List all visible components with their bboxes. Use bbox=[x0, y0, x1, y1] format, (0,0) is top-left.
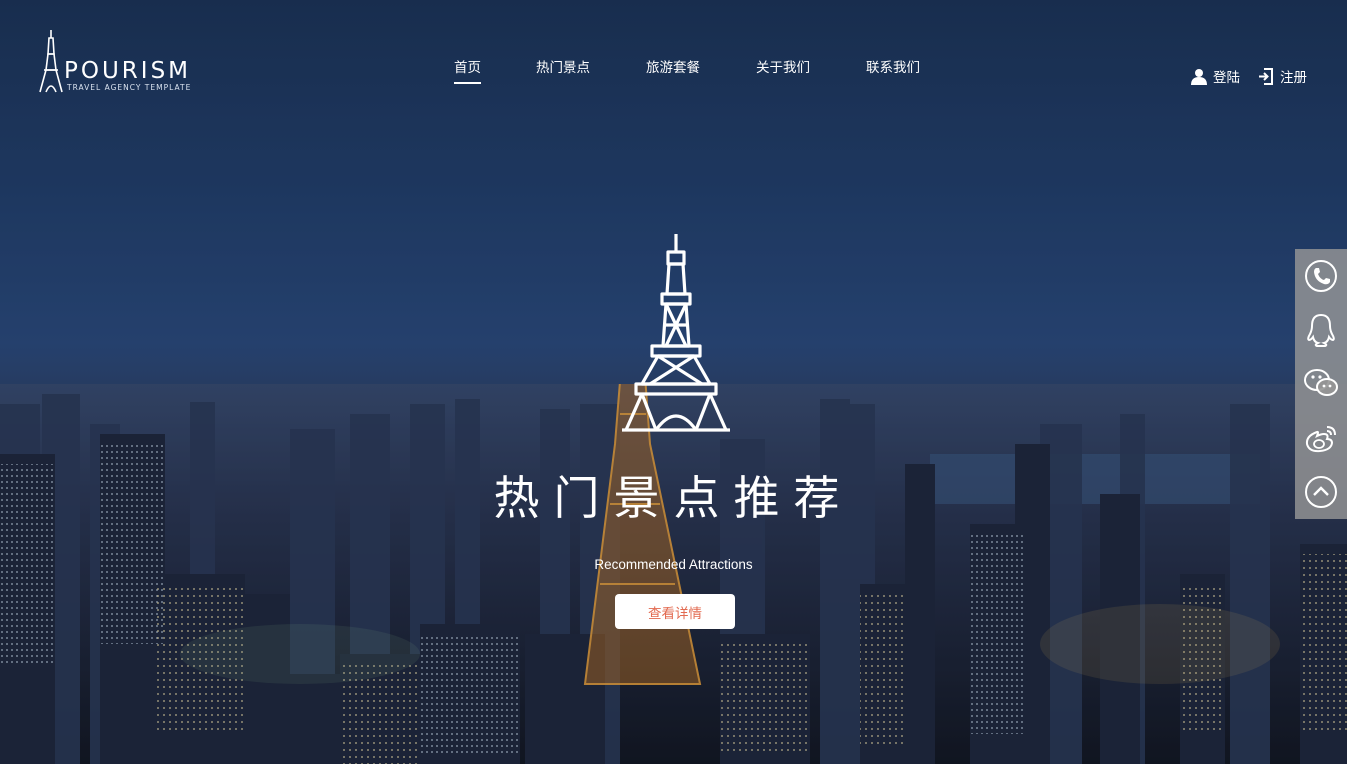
back-to-top-icon bbox=[1305, 476, 1337, 508]
sidebar-top-button[interactable] bbox=[1295, 465, 1347, 519]
login-link[interactable]: 登陆 bbox=[1191, 66, 1240, 86]
sidebar-wechat-button[interactable] bbox=[1295, 357, 1347, 411]
hero-title: 热门景点推荐 bbox=[493, 471, 854, 525]
nav-item-attractions[interactable]: 热门景点 bbox=[536, 56, 590, 76]
register-link[interactable]: 注册 bbox=[1258, 66, 1307, 86]
user-icon bbox=[1191, 68, 1207, 85]
main-nav: 首页 热门景点 旅游套餐 关于我们 联系我们 bbox=[0, 56, 1347, 86]
site-header: POURISM TRAVEL AGENCY TEMPLATE 首页 热门景点 旅… bbox=[0, 0, 1347, 130]
nav-item-home[interactable]: 首页 bbox=[454, 56, 481, 84]
view-details-button[interactable]: 查看详情 bbox=[615, 594, 735, 629]
nav-item-packages[interactable]: 旅游套餐 bbox=[646, 56, 700, 76]
sign-in-icon bbox=[1259, 67, 1273, 85]
sidebar-phone-button[interactable] bbox=[1295, 249, 1347, 303]
weibo-icon bbox=[1305, 426, 1336, 453]
sidebar-weibo-button[interactable] bbox=[1295, 411, 1347, 465]
nav-item-contact[interactable]: 联系我们 bbox=[866, 56, 920, 76]
hero-subtitle: Recommended Attractions bbox=[594, 557, 753, 572]
wechat-icon bbox=[1304, 369, 1338, 396]
phone-icon bbox=[1305, 260, 1337, 292]
hero-page: POURISM TRAVEL AGENCY TEMPLATE 首页 热门景点 旅… bbox=[0, 0, 1347, 764]
nav-item-about[interactable]: 关于我们 bbox=[756, 56, 810, 76]
login-label: 登陆 bbox=[1213, 70, 1240, 86]
sidebar-qq-button[interactable] bbox=[1295, 303, 1347, 357]
eiffel-tower-icon bbox=[622, 234, 730, 432]
register-label: 注册 bbox=[1280, 70, 1307, 86]
qq-icon bbox=[1307, 313, 1335, 347]
side-toolbar bbox=[1295, 249, 1347, 519]
